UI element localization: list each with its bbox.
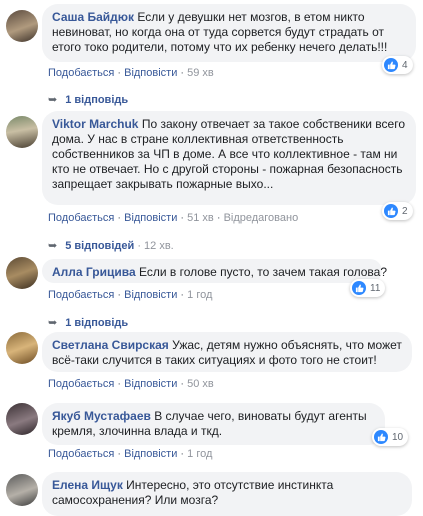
avatar[interactable] bbox=[6, 403, 38, 435]
reaction-count[interactable]: 4 bbox=[382, 56, 413, 74]
comment-actions: Подобається · Відповісти · 50 хв bbox=[48, 378, 214, 390]
comment-author[interactable]: Светлана Свирская bbox=[52, 338, 169, 352]
thumbs-up-icon bbox=[384, 204, 398, 218]
comment-author[interactable]: Елена Ищук bbox=[52, 478, 123, 492]
avatar[interactable] bbox=[6, 116, 38, 148]
like-button[interactable]: Подобається bbox=[48, 289, 114, 301]
comment-actions: Подобається · Відповісти · 1 год bbox=[48, 289, 213, 301]
comment-text: Если в голове пусто, то зачем такая голо… bbox=[138, 265, 388, 279]
thumbs-up-icon bbox=[384, 58, 398, 72]
timestamp[interactable]: 1 год bbox=[187, 448, 212, 460]
reply-button[interactable]: Відповісти bbox=[124, 67, 177, 79]
comment-bubble: Якуб Мустафаев В случае чего, виноваты б… bbox=[42, 403, 385, 445]
like-button[interactable]: Подобається bbox=[48, 448, 114, 460]
thumbs-up-icon bbox=[352, 281, 366, 295]
view-replies-link[interactable]: ➥ 1 відповідь bbox=[48, 93, 128, 106]
thumbs-up-icon bbox=[374, 430, 388, 444]
timestamp[interactable]: 51 хв bbox=[187, 212, 214, 224]
timestamp[interactable]: 59 хв bbox=[187, 67, 214, 79]
comment-actions: Подобається · Відповісти · 51 хв · Відре… bbox=[48, 212, 299, 224]
comment-bubble: Саша Байдюк Если у девушки нет мозгов, в… bbox=[42, 4, 416, 62]
avatar[interactable] bbox=[6, 257, 38, 289]
reply-timestamp: 12 хв. bbox=[144, 240, 174, 252]
like-button[interactable]: Подобається bbox=[48, 378, 114, 390]
avatar[interactable] bbox=[6, 332, 38, 364]
comment-bubble: Светлана Свирская Ужас, детям нужно объя… bbox=[42, 332, 412, 372]
comment-author[interactable]: Саша Байдюк bbox=[52, 10, 134, 24]
comment-bubble: Елена Ищук Интересно, это отсутствие инс… bbox=[42, 472, 412, 516]
comment-actions: Подобається · Відповісти · 59 хв bbox=[48, 67, 214, 79]
timestamp[interactable]: 1 год bbox=[187, 289, 212, 301]
reaction-count[interactable]: 10 bbox=[372, 428, 409, 446]
reply-arrow-icon: ➥ bbox=[48, 94, 58, 106]
reaction-count[interactable]: 11 bbox=[350, 279, 386, 297]
comment-author[interactable]: Viktor Marchuk bbox=[52, 117, 138, 131]
comment-bubble: Алла Грицива Если в голове пусто, то зач… bbox=[42, 259, 387, 283]
reaction-count[interactable]: 2 bbox=[382, 202, 413, 220]
comment-author[interactable]: Алла Грицива bbox=[52, 265, 136, 279]
like-button[interactable]: Подобається bbox=[48, 212, 114, 224]
comment-author[interactable]: Якуб Мустафаев bbox=[52, 409, 151, 423]
reply-button[interactable]: Відповісти bbox=[124, 212, 177, 224]
like-button[interactable]: Подобається bbox=[48, 67, 114, 79]
timestamp[interactable]: 50 хв bbox=[187, 378, 214, 390]
avatar[interactable] bbox=[6, 10, 38, 42]
view-replies-link[interactable]: ➥ 1 відповідь bbox=[48, 316, 128, 329]
edited-label: Відредаговано bbox=[223, 212, 299, 224]
reply-arrow-icon: ➥ bbox=[48, 240, 58, 252]
reply-button[interactable]: Відповісти bbox=[124, 289, 177, 301]
avatar[interactable] bbox=[6, 474, 38, 506]
comment-bubble: Viktor Marchuk По закону отвечает за так… bbox=[42, 111, 416, 205]
reply-button[interactable]: Відповісти bbox=[124, 448, 177, 460]
comment-actions: Подобається · Відповісти · 1 год bbox=[48, 448, 213, 460]
view-replies-link[interactable]: ➥ 5 відповідей · 12 хв. bbox=[48, 239, 174, 252]
reply-button[interactable]: Відповісти bbox=[124, 378, 177, 390]
reply-arrow-icon: ➥ bbox=[48, 317, 58, 329]
